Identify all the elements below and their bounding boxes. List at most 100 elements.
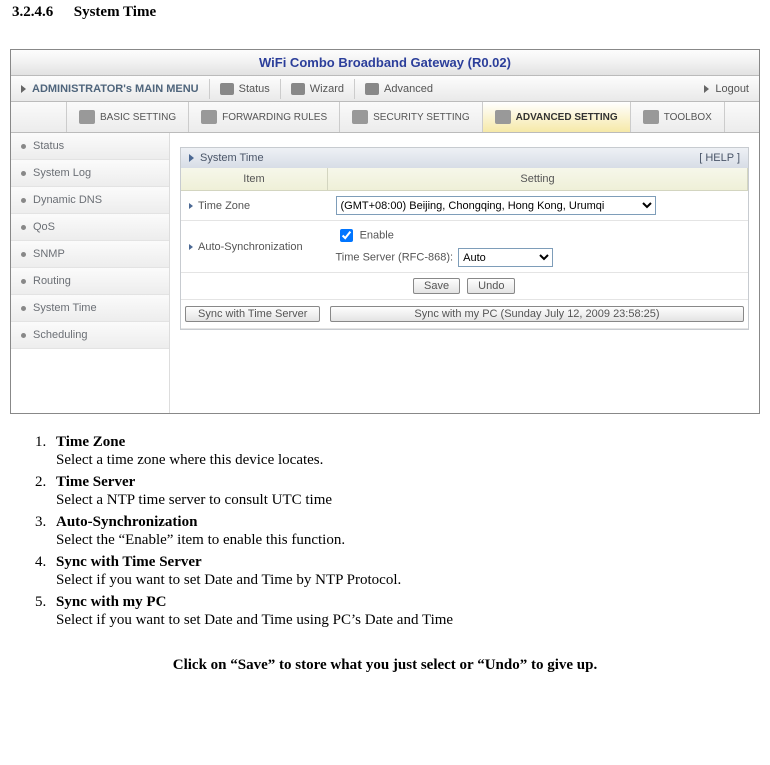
sidebar-item-label: System Log xyxy=(33,167,91,179)
triangle-icon xyxy=(21,85,26,93)
col-setting: Setting xyxy=(328,168,748,191)
settings-table: Item Setting Time Zone (GMT+08:00) Beiji… xyxy=(181,168,748,329)
wizard-icon xyxy=(291,83,305,95)
undo-button[interactable]: Undo xyxy=(467,278,515,294)
bullet-icon xyxy=(21,252,26,257)
tab-bar: BASIC SETTING FORWARDING RULES SECURITY … xyxy=(11,102,759,133)
sidebar: Status System Log Dynamic DNS QoS SNMP R… xyxy=(11,133,170,413)
enable-checkbox[interactable] xyxy=(340,229,353,242)
list-item: Sync with Time Server Select if you want… xyxy=(50,554,760,589)
mainmenu-status-label: Status xyxy=(239,83,270,95)
sync-row: Sync with Time Server Sync with my PC (S… xyxy=(181,300,748,328)
time-server-select[interactable]: Auto xyxy=(458,248,553,267)
tab-security-label: SECURITY SETTING xyxy=(373,112,470,123)
time-server-label: Time Server (RFC-868): xyxy=(336,252,454,264)
list-item-term: Time Server xyxy=(56,474,135,490)
tab-advanced-label: ADVANCED SETTING xyxy=(516,112,618,123)
sync-my-pc-button[interactable]: Sync with my PC (Sunday July 12, 2009 23… xyxy=(330,306,743,322)
forwarding-rules-icon xyxy=(201,110,217,124)
row-autosync-setting: Enable Time Server (RFC-868): Auto xyxy=(328,221,748,273)
sidebar-item-snmp[interactable]: SNMP xyxy=(11,241,169,268)
triangle-icon xyxy=(704,85,709,93)
footer-instruction: Click on “Save” to store what you just s… xyxy=(10,657,760,674)
bullet-icon xyxy=(21,306,26,311)
bullet-icon xyxy=(21,144,26,149)
section-number: 3.2.4.6 xyxy=(12,4,70,21)
advanced-setting-icon xyxy=(495,110,511,124)
list-item-desc: Select a NTP time server to consult UTC … xyxy=(56,492,760,509)
time-zone-select[interactable]: (GMT+08:00) Beijing, Chongqing, Hong Kon… xyxy=(336,196,656,215)
sidebar-item-routing[interactable]: Routing xyxy=(11,268,169,295)
mainmenu-wizard[interactable]: Wizard xyxy=(281,76,354,101)
sidebar-item-label: System Time xyxy=(33,302,97,314)
mainmenu-status[interactable]: Status xyxy=(210,76,280,101)
main-menu: ADMINISTRATOR's MAIN MENU Status Wizard … xyxy=(11,76,759,102)
sidebar-item-label: Dynamic DNS xyxy=(33,194,102,206)
admin-menu-label[interactable]: ADMINISTRATOR's MAIN MENU xyxy=(11,76,209,101)
section-heading: 3.2.4.6 System Time xyxy=(12,4,760,21)
tab-toolbox[interactable]: TOOLBOX xyxy=(630,102,725,132)
sidebar-item-label: SNMP xyxy=(33,248,65,260)
enable-label: Enable xyxy=(360,229,394,241)
tab-advanced-setting[interactable]: ADVANCED SETTING xyxy=(482,102,630,132)
bullet-icon xyxy=(21,333,26,338)
tab-basic-label: BASIC SETTING xyxy=(100,112,176,123)
sidebar-item-label: Status xyxy=(33,140,64,152)
mainmenu-logout[interactable]: Logout xyxy=(694,76,759,101)
router-admin-screenshot: WiFi Combo Broadband Gateway (R0.02) ADM… xyxy=(10,49,760,414)
bullet-icon xyxy=(21,171,26,176)
bullet-icon xyxy=(21,198,26,203)
tab-basic-setting[interactable]: BASIC SETTING xyxy=(66,102,188,132)
list-item-term: Sync with Time Server xyxy=(56,554,202,570)
col-item: Item xyxy=(181,168,328,191)
save-undo-row: Save Undo xyxy=(181,273,748,300)
list-item: Time Server Select a NTP time server to … xyxy=(50,474,760,509)
panel-header: System Time [ HELP ] xyxy=(181,148,748,168)
sidebar-item-label: Scheduling xyxy=(33,329,87,341)
list-item-term: Auto-Synchronization xyxy=(56,514,197,530)
list-item: Sync with my PC Select if you want to se… xyxy=(50,594,760,629)
admin-menu-text: ADMINISTRATOR's MAIN MENU xyxy=(32,83,199,95)
sync-time-server-button[interactable]: Sync with Time Server xyxy=(185,306,320,322)
mainmenu-logout-label: Logout xyxy=(715,83,749,95)
window-titlebar: WiFi Combo Broadband Gateway (R0.02) xyxy=(11,50,759,76)
explanation-list: Time Zone Select a time zone where this … xyxy=(50,434,760,629)
toolbox-icon xyxy=(643,110,659,124)
list-item: Auto-Synchronization Select the “Enable”… xyxy=(50,514,760,549)
sidebar-item-system-time[interactable]: System Time xyxy=(11,295,169,322)
triangle-icon xyxy=(189,244,193,250)
list-item: Time Zone Select a time zone where this … xyxy=(50,434,760,469)
sidebar-item-qos[interactable]: QoS xyxy=(11,214,169,241)
tab-forward-label: FORWARDING RULES xyxy=(222,112,327,123)
sidebar-item-label: QoS xyxy=(33,221,55,233)
tab-security-setting[interactable]: SECURITY SETTING xyxy=(339,102,482,132)
bullet-icon xyxy=(21,279,26,284)
sidebar-item-system-log[interactable]: System Log xyxy=(11,160,169,187)
basic-setting-icon xyxy=(79,110,95,124)
mainmenu-advanced[interactable]: Advanced xyxy=(355,76,443,101)
system-time-panel: System Time [ HELP ] Item Setting Time Z… xyxy=(180,147,749,330)
row-autosync-label: Auto-Synchronization xyxy=(181,221,328,273)
advanced-icon xyxy=(365,83,379,95)
list-item-term: Sync with my PC xyxy=(56,594,166,610)
panel-title: System Time xyxy=(200,152,264,164)
sidebar-item-label: Routing xyxy=(33,275,71,287)
sidebar-item-status[interactable]: Status xyxy=(11,133,169,160)
tab-forwarding-rules[interactable]: FORWARDING RULES xyxy=(188,102,339,132)
mainmenu-advanced-label: Advanced xyxy=(384,83,433,95)
content-area: System Time [ HELP ] Item Setting Time Z… xyxy=(170,133,759,413)
section-title: System Time xyxy=(74,4,156,20)
list-item-desc: Select if you want to set Date and Time … xyxy=(56,572,760,589)
list-item-desc: Select if you want to set Date and Time … xyxy=(56,612,760,629)
status-icon xyxy=(220,83,234,95)
triangle-icon xyxy=(189,154,194,162)
row-time-zone-label: Time Zone xyxy=(181,191,328,221)
triangle-icon xyxy=(189,203,193,209)
bullet-icon xyxy=(21,225,26,230)
security-setting-icon xyxy=(352,110,368,124)
help-link[interactable]: [ HELP ] xyxy=(699,152,740,164)
save-button[interactable]: Save xyxy=(413,278,460,294)
sidebar-item-scheduling[interactable]: Scheduling xyxy=(11,322,169,349)
mainmenu-wizard-label: Wizard xyxy=(310,83,344,95)
sidebar-item-dynamic-dns[interactable]: Dynamic DNS xyxy=(11,187,169,214)
